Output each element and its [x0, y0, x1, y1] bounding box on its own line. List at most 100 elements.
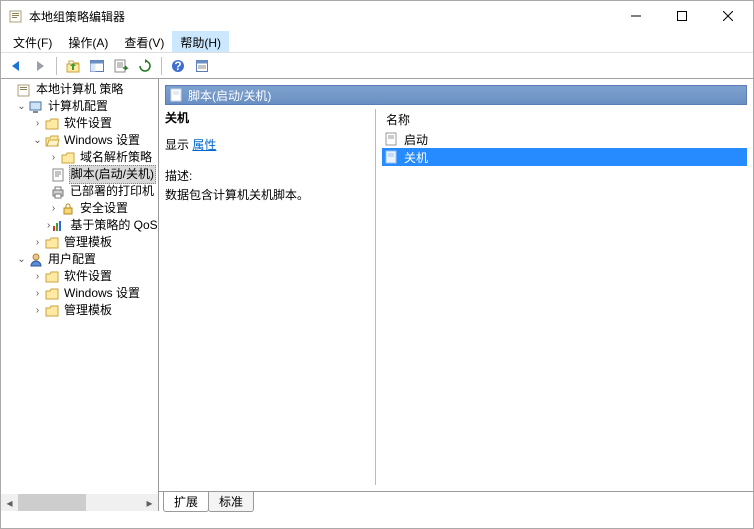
chevron-right-icon[interactable]: › — [47, 200, 60, 217]
chevron-down-icon[interactable]: ⌄ — [15, 251, 28, 268]
scroll-thumb[interactable] — [18, 494, 86, 511]
tree-computer-config[interactable]: ⌄ 计算机配置 — [1, 98, 158, 115]
show-hide-tree-button[interactable] — [86, 55, 108, 77]
refresh-button[interactable] — [134, 55, 156, 77]
content-header: 脚本(启动/关机) — [165, 85, 747, 105]
scroll-right-button[interactable]: ▸ — [141, 494, 158, 511]
description-text: 数据包含计算机关机脚本。 — [165, 186, 371, 203]
properties-button[interactable] — [191, 55, 213, 77]
folder-icon — [44, 116, 60, 132]
column-divider — [375, 109, 376, 485]
tree-horizontal-scrollbar[interactable]: ◂ ▸ — [1, 494, 158, 511]
tree-root[interactable]: 本地计算机 策略 — [1, 81, 158, 98]
tab-extended[interactable]: 扩展 — [163, 492, 209, 512]
menu-view[interactable]: 查看(V) — [116, 31, 172, 52]
tree-label: 用户配置 — [46, 251, 98, 268]
tree-qos[interactable]: › 基于策略的 QoS — [1, 217, 158, 234]
show-label: 显示 — [165, 138, 189, 152]
forward-button[interactable] — [29, 55, 51, 77]
folder-icon — [44, 303, 60, 319]
export-list-button[interactable] — [110, 55, 132, 77]
folder-icon — [44, 269, 60, 285]
toolbar-separator — [161, 57, 162, 75]
menu-help[interactable]: 帮助(H) — [172, 31, 229, 52]
window-title: 本地组策略编辑器 — [29, 8, 613, 25]
tree-label: 脚本(启动/关机) — [69, 165, 156, 184]
tree-user-config[interactable]: ⌄ 用户配置 — [1, 251, 158, 268]
chevron-right-icon[interactable]: › — [31, 285, 44, 302]
user-icon — [28, 252, 44, 268]
script-icon — [51, 167, 67, 183]
printer-icon — [50, 184, 66, 200]
tree-label: 安全设置 — [78, 200, 130, 217]
script-icon — [170, 88, 184, 102]
back-button[interactable] — [5, 55, 27, 77]
folder-icon — [60, 150, 76, 166]
tree-deployed-printers[interactable]: 已部署的打印机 — [1, 183, 158, 200]
scroll-track[interactable] — [18, 494, 141, 511]
tree-software-settings[interactable]: › 软件设置 — [1, 115, 158, 132]
tree-label: 软件设置 — [62, 115, 114, 132]
view-tabs: 扩展 标准 — [159, 492, 753, 511]
tree-windows-settings[interactable]: ⌄ Windows 设置 — [1, 132, 158, 149]
menu-action[interactable]: 操作(A) — [60, 31, 116, 52]
toolbar-separator — [56, 57, 57, 75]
window-titlebar: 本地组策略编辑器 — [1, 1, 753, 31]
maximize-button[interactable] — [659, 1, 705, 31]
tree-label: 软件设置 — [62, 268, 114, 285]
chart-icon — [50, 218, 66, 234]
script-icon — [384, 131, 400, 147]
document-icon — [16, 82, 32, 98]
tree-software-settings-2[interactable]: › 软件设置 — [1, 268, 158, 285]
tab-standard[interactable]: 标准 — [208, 492, 254, 512]
column-header-name[interactable]: 名称 — [382, 109, 747, 130]
chevron-right-icon[interactable]: › — [31, 115, 44, 132]
scroll-left-button[interactable]: ◂ — [1, 494, 18, 511]
chevron-right-icon[interactable]: › — [31, 234, 44, 251]
list-item-label: 关机 — [404, 149, 428, 166]
tree-windows-settings-2[interactable]: › Windows 设置 — [1, 285, 158, 302]
tree-dns-policy[interactable]: › 域名解析策略 — [1, 149, 158, 166]
list-column: 名称 启动 关机 — [382, 109, 747, 485]
tree-admin-templates[interactable]: › 管理模板 — [1, 234, 158, 251]
navigation-tree[interactable]: 本地计算机 策略 ⌄ 计算机配置 › 软件设置 ⌄ Windows 设置 › 域… — [1, 79, 158, 321]
tree-admin-templates-2[interactable]: › 管理模板 — [1, 302, 158, 319]
tree-scripts[interactable]: 脚本(启动/关机) — [1, 166, 158, 183]
folder-icon — [44, 235, 60, 251]
details-column: 关机 显示 属性 描述: 数据包含计算机关机脚本。 — [165, 109, 375, 485]
list-item-label: 启动 — [404, 131, 428, 148]
tree-label: Windows 设置 — [62, 285, 142, 302]
up-button[interactable] — [62, 55, 84, 77]
svg-text:?: ? — [174, 59, 181, 73]
tree-label: 计算机配置 — [46, 98, 110, 115]
script-icon — [384, 149, 400, 165]
list-item-startup[interactable]: 启动 — [382, 130, 747, 148]
description-label: 描述: — [165, 167, 371, 184]
tree-label: 域名解析策略 — [78, 149, 154, 166]
app-icon — [9, 9, 23, 23]
folder-icon — [44, 286, 60, 302]
tree-label: 已部署的打印机 — [68, 183, 156, 200]
menubar: 文件(F) 操作(A) 查看(V) 帮助(H) — [1, 31, 753, 52]
chevron-down-icon[interactable]: ⌄ — [31, 132, 44, 149]
main-split: 本地计算机 策略 ⌄ 计算机配置 › 软件设置 ⌄ Windows 设置 › 域… — [1, 79, 753, 511]
content-pane: 脚本(启动/关机) 关机 显示 属性 描述: 数据包含计算机关机脚本。 名称 — [159, 79, 753, 511]
tree-label: 基于策略的 QoS — [68, 217, 159, 234]
tree-security-settings[interactable]: › 安全设置 — [1, 200, 158, 217]
tree-label: 管理模板 — [62, 234, 114, 251]
tree-label: Windows 设置 — [62, 132, 142, 149]
chevron-down-icon[interactable]: ⌄ — [15, 98, 28, 115]
properties-link[interactable]: 属性 — [192, 138, 216, 152]
minimize-button[interactable] — [613, 1, 659, 31]
content-header-text: 脚本(启动/关机) — [188, 87, 271, 104]
list-item-shutdown[interactable]: 关机 — [382, 148, 747, 166]
chevron-right-icon[interactable]: › — [31, 302, 44, 319]
lock-icon — [60, 201, 76, 217]
close-button[interactable] — [705, 1, 751, 31]
help-toolbar-button[interactable]: ? — [167, 55, 189, 77]
menu-file[interactable]: 文件(F) — [5, 31, 60, 52]
chevron-right-icon[interactable]: › — [31, 268, 44, 285]
tree-label: 本地计算机 策略 — [34, 81, 125, 98]
chevron-right-icon[interactable]: › — [47, 149, 60, 166]
selection-heading: 关机 — [165, 109, 371, 126]
